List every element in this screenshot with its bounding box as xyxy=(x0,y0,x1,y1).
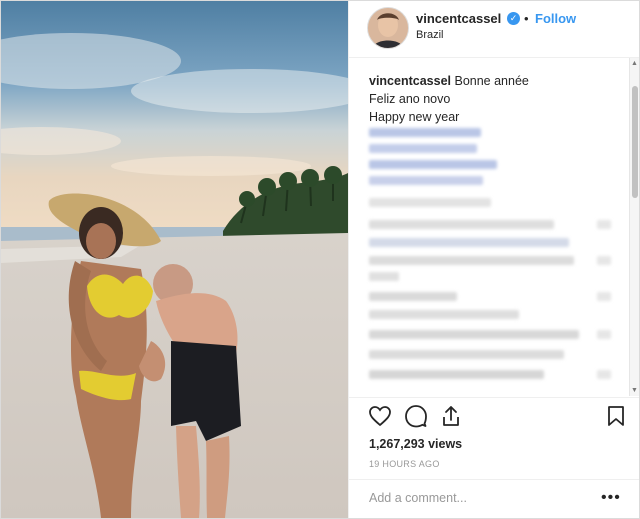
add-comment-bar: ••• xyxy=(349,479,639,518)
comments-area[interactable]: vincentcassel Bonne année Feliz ano novo… xyxy=(349,58,639,396)
verified-check-icon: ✓ xyxy=(507,12,520,25)
instagram-post: vincentcassel ✓ • Follow Brazil vincentc… xyxy=(0,0,640,519)
post-sidebar: vincentcassel ✓ • Follow Brazil vincentc… xyxy=(348,1,639,518)
comment-icon[interactable] xyxy=(404,404,428,428)
comments-scrollbar[interactable]: ▲ ▼ xyxy=(629,58,639,396)
post-photo[interactable] xyxy=(1,1,348,518)
caption: vincentcassel Bonne année Feliz ano novo… xyxy=(369,72,529,126)
action-bar xyxy=(349,397,639,432)
caption-line-3: Happy new year xyxy=(369,110,460,124)
username[interactable]: vincentcassel xyxy=(416,11,501,26)
timestamp[interactable]: 19 HOURS AGO xyxy=(369,459,440,469)
caption-username[interactable]: vincentcassel xyxy=(369,74,451,88)
more-options-icon[interactable]: ••• xyxy=(601,489,621,507)
scroll-down-icon[interactable]: ▼ xyxy=(631,387,638,394)
caption-line-1: Bonne année xyxy=(454,74,529,88)
follow-button[interactable]: Follow xyxy=(535,11,576,26)
share-icon[interactable] xyxy=(439,404,463,428)
caption-line-2: Feliz ano novo xyxy=(369,92,451,106)
heart-icon[interactable] xyxy=(368,404,392,428)
view-count[interactable]: 1,267,293 views xyxy=(369,437,462,451)
avatar[interactable] xyxy=(367,7,409,49)
post-header: vincentcassel ✓ • Follow Brazil xyxy=(349,1,639,58)
bookmark-icon[interactable] xyxy=(604,404,628,428)
comment-input[interactable] xyxy=(369,491,589,505)
scroll-thumb[interactable] xyxy=(632,86,638,198)
separator-dot: • xyxy=(524,11,529,26)
scroll-up-icon[interactable]: ▲ xyxy=(631,60,638,67)
location-label[interactable]: Brazil xyxy=(416,29,444,41)
